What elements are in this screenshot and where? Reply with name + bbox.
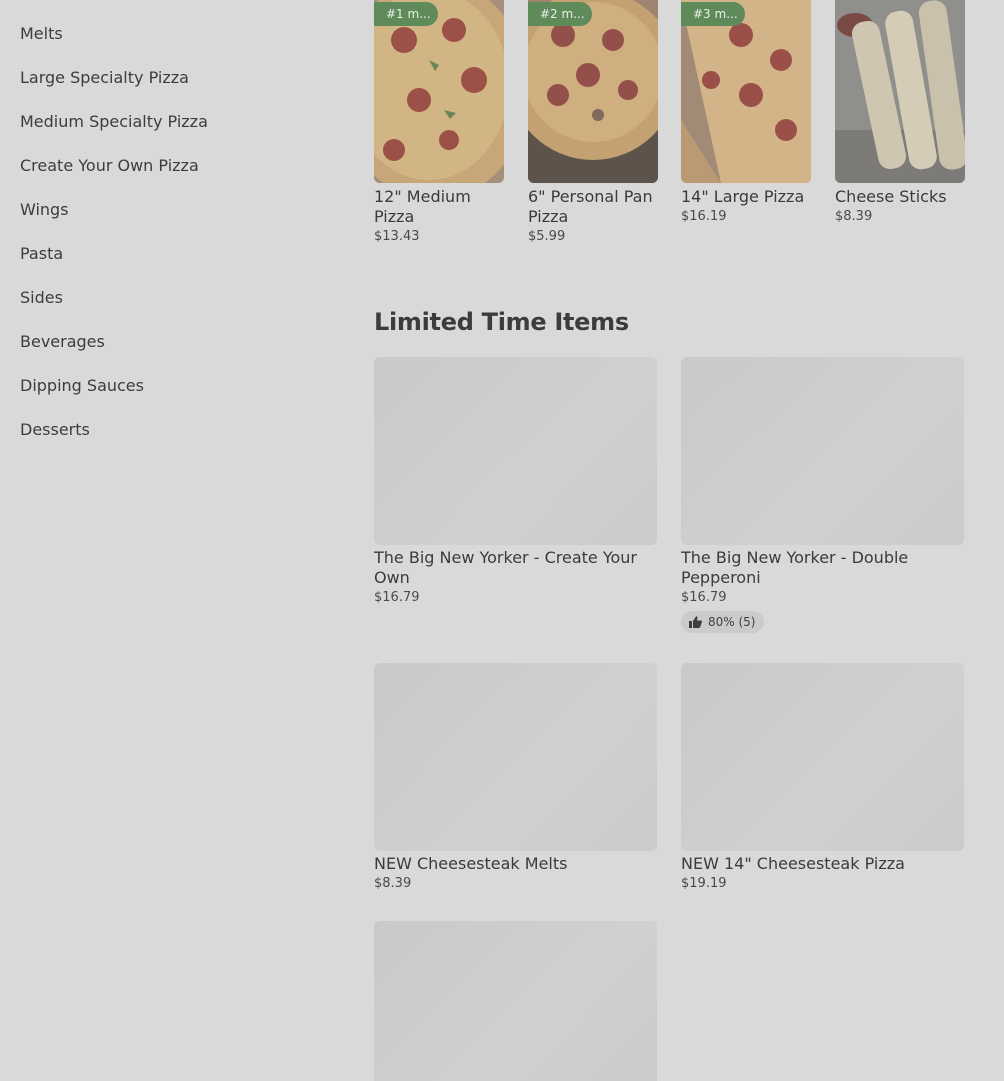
pizza-image-graphic [528,0,658,183]
item-name: Cheese Sticks [835,187,947,206]
limited-item-card[interactable]: The Big New Yorker - Create Your Own $16… [374,357,657,605]
item-name: 14" Large Pizza [681,187,805,206]
cheese-sticks-image [835,0,965,183]
item-name: 12" Medium Pizza [374,187,471,226]
pizza-image: #2 m... [528,0,658,183]
popular-item-card[interactable]: #2 m... 6" Personal Pan Pizza $5.99 [528,0,658,244]
sidebar-item-large-specialty-pizza[interactable]: Large Specialty Pizza [20,68,189,87]
sidebar-item-sides[interactable]: Sides [20,288,63,307]
item-price: $16.19 [681,209,727,224]
item-image-placeholder [374,921,657,1081]
item-image-placeholder [374,357,657,545]
rating-badge: 80% (5) [681,611,765,633]
popular-item-card[interactable]: Cheese Sticks $8.39 [835,0,965,224]
item-name: The Big New Yorker - Create Your Own [374,548,637,587]
item-price: $13.43 [374,229,420,244]
sidebar-item-melts[interactable]: Melts [20,24,63,43]
rank-badge: #3 m... [681,2,745,26]
item-price: $5.99 [528,229,566,244]
rank-badge: #2 m... [528,2,592,26]
section-title: Limited Time Items [374,308,629,336]
rating-text: 80% (5) [708,615,756,629]
sidebar-item-create-your-own-pizza[interactable]: Create Your Own Pizza [20,156,199,175]
item-image-placeholder [374,663,657,851]
item-name: NEW 14" Cheesesteak Pizza [681,854,905,873]
item-price: $8.39 [835,209,873,224]
item-name: 6" Personal Pan Pizza [528,187,653,226]
rank-badge: #1 m... [374,2,438,26]
sidebar-item-medium-specialty-pizza[interactable]: Medium Specialty Pizza [20,112,208,131]
thumbs-up-icon [689,616,702,628]
item-image-placeholder [681,357,964,545]
popular-item-card[interactable]: #1 m... 12" Medium Pizza $13.43 [374,0,504,244]
item-price: $8.39 [374,876,412,891]
item-price: $16.79 [681,590,727,605]
pizza-image: #3 m... [681,0,811,183]
sidebar-item-beverages[interactable]: Beverages [20,332,105,351]
item-name: NEW Cheesesteak Melts [374,854,568,873]
limited-item-card[interactable]: NEW Cheesesteak Melts $8.39 [374,663,657,891]
item-price: $16.79 [374,590,420,605]
sidebar-item-wings[interactable]: Wings [20,200,69,219]
item-price: $19.19 [681,876,727,891]
limited-item-card[interactable]: The Big New Yorker - Double Pepperoni $1… [681,357,964,633]
item-name: The Big New Yorker - Double Pepperoni [681,548,909,587]
limited-item-card[interactable]: NEW 14" Cheesesteak Pizza $19.19 [681,663,964,891]
cheese-sticks-graphic [835,0,965,183]
sidebar-item-pasta[interactable]: Pasta [20,244,63,263]
pizza-image-graphic [374,0,504,183]
item-image-placeholder [681,663,964,851]
popular-item-card[interactable]: #3 m... 14" Large Pizza $16.19 [681,0,811,224]
limited-item-card[interactable] [374,921,657,1081]
pizza-image-graphic [681,0,811,183]
sidebar-item-dipping-sauces[interactable]: Dipping Sauces [20,376,144,395]
pizza-image: #1 m... [374,0,504,183]
sidebar-item-desserts[interactable]: Desserts [20,420,90,439]
